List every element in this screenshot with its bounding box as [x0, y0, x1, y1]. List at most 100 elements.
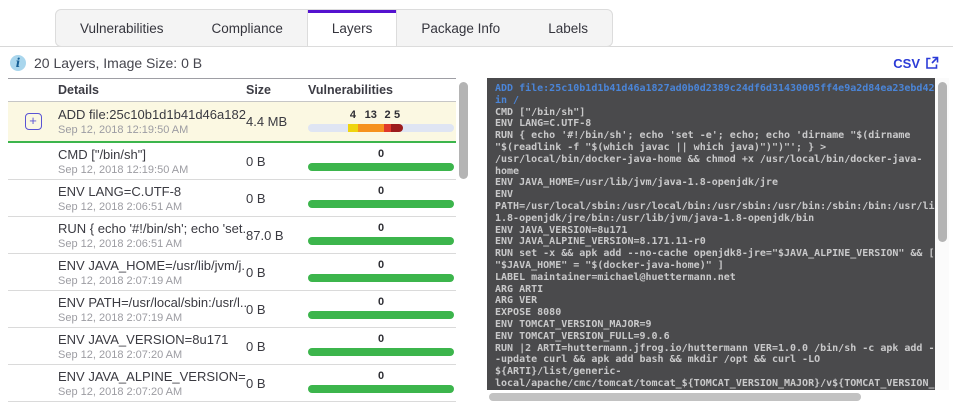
layer-size-label: 0 B [246, 338, 266, 354]
terminal-hscrollbar-thumb[interactable] [489, 393, 861, 401]
table-row[interactable]: + RUN { echo '#!/bin/sh'; echo 'set... S… [8, 217, 456, 254]
csv-export-link[interactable]: CSV [893, 56, 939, 71]
vulnerability-count-label: 0 [377, 222, 385, 234]
terminal-line: in / [495, 94, 520, 106]
layer-command-label: RUN { echo '#!/bin/sh'; echo 'set... [58, 220, 246, 236]
vulnerability-bar-track [308, 385, 454, 393]
vulnerability-bar-track [308, 237, 454, 245]
tab-vulnerabilities[interactable]: Vulnerabilities [56, 10, 188, 46]
table-row[interactable]: + ENV JAVA_ALPINE_VERSION=... Sep 12, 20… [8, 365, 456, 402]
terminal-line: CMD ["/bin/sh"] [495, 106, 586, 118]
export-icon [926, 56, 939, 69]
vulnerability-bar-segment [308, 385, 454, 393]
terminal-line: 1.8-openjdk/jre/bin:/usr/lib/jvm/java-1.… [495, 212, 815, 224]
terminal-line: ENV JAVA_ALPINE_VERSION=8.171.11-r0 [495, 236, 706, 248]
vulnerability-bar: 0 [308, 370, 454, 396]
layer-command-label: ENV JAVA_ALPINE_VERSION=... [58, 368, 246, 384]
table-row[interactable]: + ADD file:25c10b1d1b41d46a182... Sep 12… [8, 102, 456, 143]
vulnerability-bar-segment [348, 123, 358, 132]
layer-command-panel: ADD file:25c10b1d1b41d46a1827ad0b0d2389c… [487, 78, 949, 404]
layers-summary-text: 20 Layers, Image Size: 0 B [34, 55, 203, 71]
layer-date-label: Sep 12, 2018 2:06:51 AM [58, 200, 183, 213]
tab-package-info[interactable]: Package Info [397, 10, 524, 46]
terminal-line: RUN { echo '#!/bin/sh'; echo 'set -e'; e… [495, 130, 911, 142]
layer-date-label: Sep 12, 2018 12:19:50 AM [58, 163, 189, 176]
terminal-line: ARG VER [495, 295, 538, 307]
layer-command-label: CMD ["/bin/sh"] [58, 146, 146, 162]
vulnerability-bar: 0 [308, 296, 454, 322]
terminal-line: EXPOSE 8080 [495, 307, 562, 319]
terminal-line: "$(readlink -f "$(which javac || which j… [495, 141, 827, 153]
terminal-line: "$JAVA_HOME" = "$(docker-java-home)" ] [495, 259, 724, 271]
vulnerability-bar-track [308, 163, 454, 171]
tab-labels[interactable]: Labels [524, 10, 612, 46]
layer-date-label: Sep 12, 2018 2:07:20 AM [58, 348, 183, 361]
vulnerability-count-label: 0 [377, 370, 385, 382]
vulnerability-bar-segment [308, 200, 454, 208]
vulnerability-bar-segment [357, 123, 384, 132]
table-row[interactable]: + ENV LANG=C.UTF-8 Sep 12, 2018 2:06:51 … [8, 180, 456, 217]
vulnerability-bar-segment [308, 274, 454, 282]
vulnerabilities-column-header: Vulnerabilities [308, 83, 393, 97]
layer-size-label: 0 B [246, 190, 266, 206]
layer-date-label: Sep 12, 2018 2:07:19 AM [58, 274, 183, 287]
terminal-line: ADD file:25c10b1d1b41d46a1827ad0b0d2389c… [495, 83, 935, 94]
layer-size-label: 4.4 MB [246, 114, 288, 129]
table-row[interactable]: + ENV JAVA_HOME=/usr/lib/jvm/j... Sep 12… [8, 254, 456, 291]
vulnerability-bar-track [308, 123, 454, 132]
vulnerability-bar-segment [383, 123, 392, 132]
terminal-line: /usr/local/bin/docker-java-home && chmod… [495, 153, 923, 165]
vulnerability-bar: 0 [308, 259, 454, 285]
table-scrollbar-thumb[interactable] [459, 82, 468, 179]
tab-compliance[interactable]: Compliance [188, 10, 307, 46]
layers-page: Vulnerabilities Compliance Layers Package I… [0, 9, 953, 405]
vulnerability-count-label: 4 [349, 108, 356, 121]
layer-size-label: 0 B [246, 264, 266, 280]
vulnerability-count-label: 5 [393, 108, 401, 121]
info-icon: i [10, 55, 26, 71]
layer-date-label: Sep 12, 2018 12:19:50 AM [58, 124, 189, 136]
details-column-header: Details [58, 83, 99, 97]
summary-row: i 20 Layers, Image Size: 0 B CSV [0, 47, 953, 78]
layer-size-label: 0 B [246, 153, 266, 169]
vulnerability-bar: 0 [308, 185, 454, 211]
main-content: Details Size Vulnerabilities + ADD file:… [0, 78, 953, 404]
layer-command-label: ENV JAVA_HOME=/usr/lib/jvm/j... [58, 257, 246, 273]
table-row[interactable]: + CMD ["/bin/sh"] Sep 12, 2018 12:19:50 … [8, 143, 456, 180]
vulnerability-bar-segment [391, 123, 403, 132]
vulnerability-count-label: 0 [377, 185, 385, 197]
vulnerability-bar-segment [308, 163, 454, 171]
terminal-vscrollbar[interactable] [935, 78, 949, 390]
vulnerability-bar-segment [308, 348, 454, 356]
table-row[interactable]: + ENV JAVA_VERSION=8u171 Sep 12, 2018 2:… [8, 328, 456, 365]
layer-command-label: ENV JAVA_VERSION=8u171 [58, 331, 229, 347]
terminal-line: ENV [495, 189, 514, 201]
expand-row-button[interactable]: + [24, 113, 42, 130]
vulnerability-count-label: 0 [377, 333, 385, 345]
layer-date-label: Sep 12, 2018 2:07:19 AM [58, 311, 183, 324]
table-row[interactable]: + ENV PATH=/usr/local/sbin:/usr/l... Sep… [8, 291, 456, 328]
terminal-hscrollbar[interactable] [487, 393, 919, 402]
terminal-line: RUN |2 ARTI=huttermann.jfrog.io/hutterma… [495, 342, 935, 354]
layer-command-label: ENV LANG=C.UTF-8 [58, 183, 182, 199]
terminal-line: RUN set -x && apk add --no-cache openjdk… [495, 248, 935, 260]
vulnerability-bar-track [308, 348, 454, 356]
vulnerability-bar: 0 [308, 148, 454, 174]
terminal-line: ${ARTI}/list/generic- [495, 366, 622, 378]
table-scrollbar[interactable] [458, 78, 470, 404]
layer-size-label: 0 B [246, 375, 266, 391]
terminal-vscrollbar-thumb[interactable] [938, 82, 947, 242]
table-header: Details Size Vulnerabilities [8, 78, 456, 102]
layer-command-label: ADD file:25c10b1d1b41d46a182... [58, 107, 246, 122]
terminal-line: ENV TOMCAT_VERSION_FULL=9.0.6 [495, 330, 670, 342]
layer-size-label: 0 B [246, 301, 266, 317]
layer-date-label: Sep 12, 2018 2:06:51 AM [58, 237, 183, 250]
terminal-line: ENV LANG=C.UTF-8 [495, 118, 592, 130]
terminal-line: ENV TOMCAT_VERSION_MAJOR=9 [495, 318, 652, 330]
vulnerability-bar-segment [308, 237, 454, 245]
vulnerability-bar: 0 [308, 222, 454, 248]
dockerfile-commands-terminal[interactable]: ADD file:25c10b1d1b41d46a1827ad0b0d2389c… [487, 78, 935, 390]
terminal-line: local/apache/cmc/tomcat/tomcat_${TOMCAT_… [495, 377, 935, 389]
tab-bar: Vulnerabilities Compliance Layers Package I… [55, 9, 613, 47]
tab-layers[interactable]: Layers [306, 10, 398, 46]
